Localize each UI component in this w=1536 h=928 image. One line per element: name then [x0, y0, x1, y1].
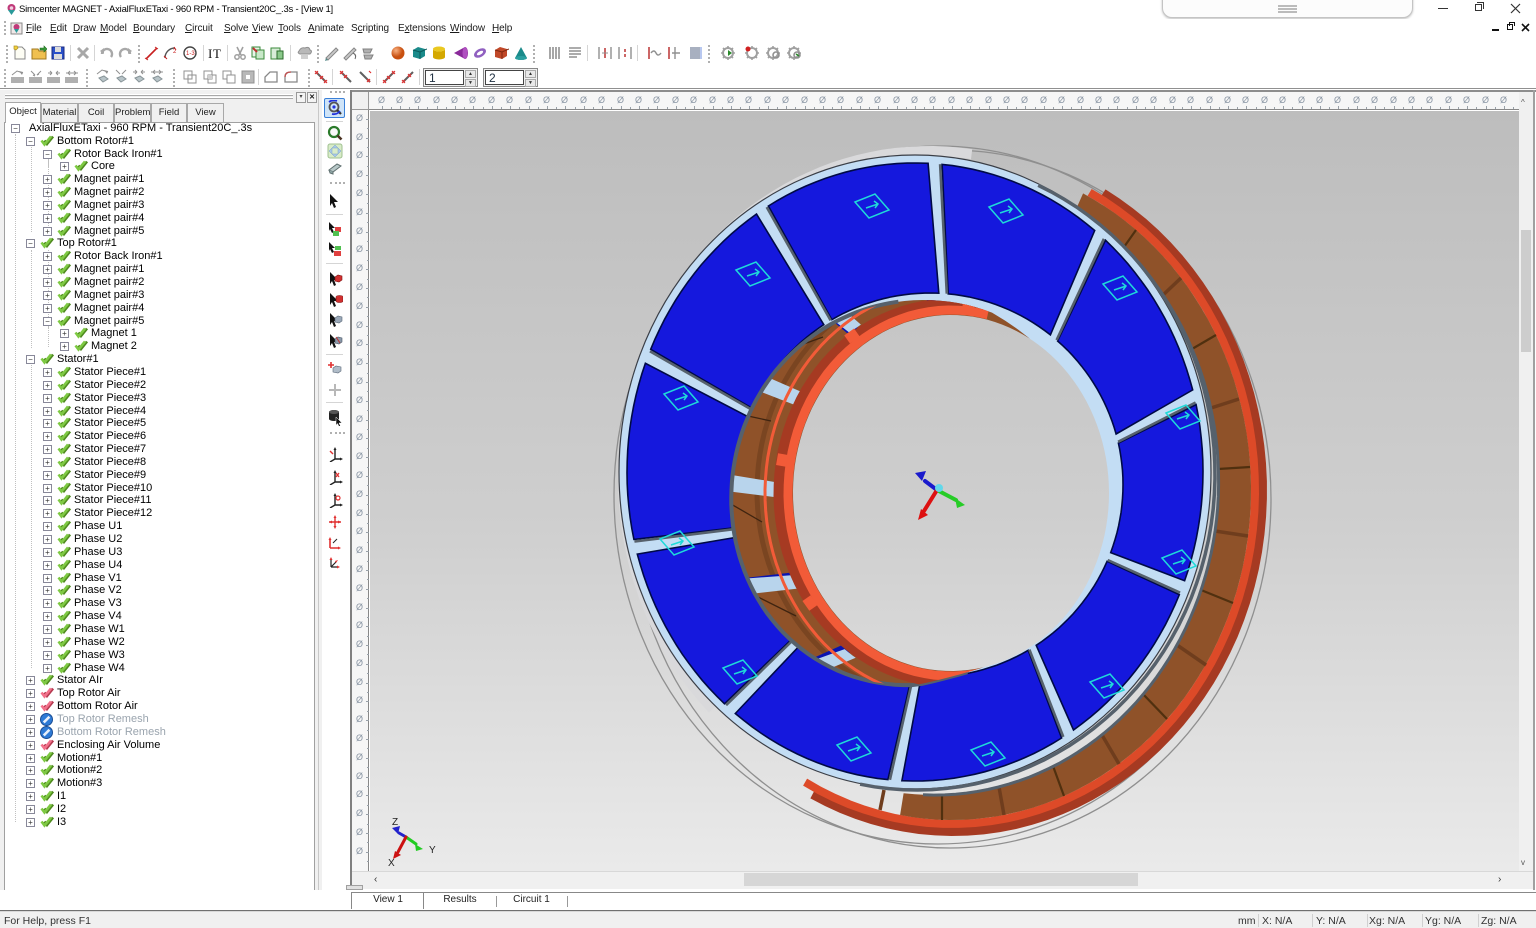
svg-text:Z: Z [392, 817, 398, 828]
svg-text:T: T [213, 46, 221, 61]
svg-text:Y: Y [429, 845, 436, 856]
svg-text:2: 2 [173, 49, 177, 55]
svg-text:X: X [388, 858, 395, 869]
svg-text:1-3: 1-3 [186, 51, 195, 57]
svg-text:I: I [208, 46, 212, 61]
